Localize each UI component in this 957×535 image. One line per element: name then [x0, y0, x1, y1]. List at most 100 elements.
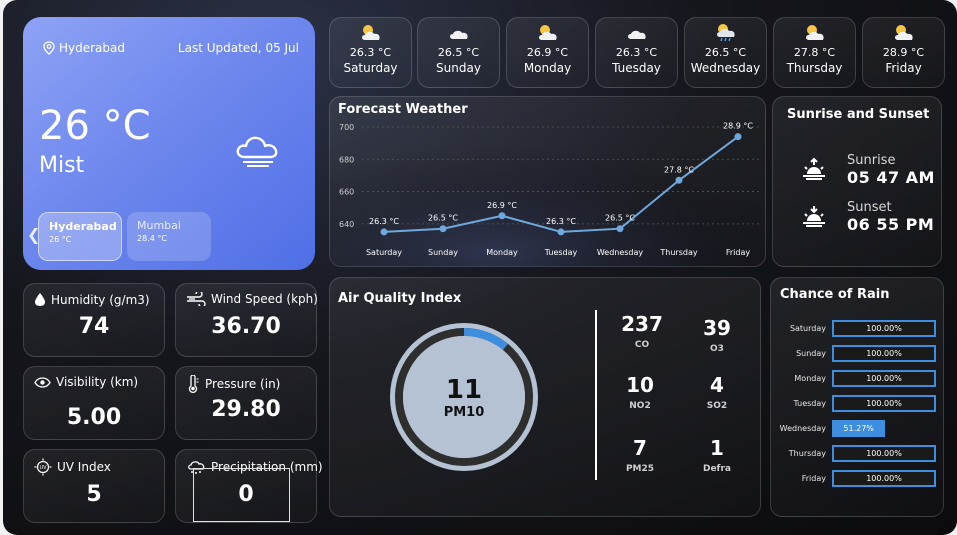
sunset-icon — [803, 206, 825, 227]
rain-bar: 100.00% — [832, 370, 936, 387]
pollutant-name: CO — [634, 340, 650, 350]
rain-bar: 51.27% — [832, 420, 886, 437]
y-tick-label: 660 — [339, 188, 354, 197]
day-card-sunday[interactable]: 26.5 °C Sunday — [417, 17, 500, 88]
day-temp: 26.3 °C — [615, 46, 658, 59]
city-temp: 28.4 °C — [137, 234, 167, 243]
day-card-wednesday[interactable]: 26.5 °C Wednesday — [684, 17, 767, 88]
rain-day-label: Monday — [794, 374, 826, 383]
current-weather-card: Hyderabad Last Updated, 05 Jul 26 °C Mis… — [23, 17, 315, 270]
uv-card: UV UV Index 5 — [23, 449, 165, 523]
rain-row: Friday 100.00% — [771, 470, 936, 487]
day-name: Tuesday — [612, 61, 661, 75]
rain-bar: 100.00% — [832, 345, 936, 362]
day-name: Thursday — [786, 61, 843, 75]
sun-cloud-rain-icon — [716, 24, 735, 42]
data-point — [734, 133, 742, 141]
visibility-value: 5.00 — [66, 405, 122, 430]
data-point — [616, 225, 624, 233]
rain-day-label: Tuesday — [793, 399, 826, 408]
rain-bar-track: 100.00% — [832, 345, 936, 362]
visibility-card: Visibility (km) 5.00 — [23, 366, 165, 440]
pressure-value: 29.80 — [211, 397, 281, 422]
aqi-divider — [595, 310, 597, 480]
day-card-thursday[interactable]: 27.8 °C Thursday — [773, 17, 856, 88]
pollutant-o3: 39 O3 — [682, 316, 752, 354]
wind-label: Wind Speed (kph) — [211, 292, 318, 306]
pollutant-value: 237 — [621, 312, 663, 336]
sun-cloud-icon — [538, 25, 557, 40]
sunset-time: 06 55 PM — [847, 215, 935, 234]
data-point — [498, 212, 506, 220]
day-card-friday[interactable]: 28.9 °C Friday — [862, 17, 945, 88]
pollutant-name: PM25 — [625, 464, 655, 474]
day-name: Friday — [885, 61, 922, 75]
pressure-card: Pressure (in) 29.80 — [175, 366, 317, 440]
rain-day-label: Thursday — [788, 449, 826, 458]
current-temperature: 26 °C — [39, 103, 151, 149]
day-name: Saturday — [343, 61, 398, 75]
day-card-monday[interactable]: 26.9 °C Monday — [506, 17, 589, 88]
pollutant-defra: 1 Defra — [682, 436, 752, 474]
chart-glow — [330, 117, 767, 267]
data-label: 27.8 °C — [664, 165, 694, 174]
rain-row: Wednesday 51.27% — [771, 420, 936, 437]
location-pin-icon — [43, 41, 55, 55]
forecast-chart-card: Forecast Weather 640 660 680 700 26.3 °C Satu… — [329, 96, 767, 267]
cloud-icon — [627, 30, 646, 39]
day-name: Monday — [523, 61, 572, 75]
pollutant-no2: 10 NO2 — [605, 373, 675, 411]
day-card-tuesday[interactable]: 26.3 °C Tuesday — [595, 17, 678, 88]
rain-row: Thursday 100.00% — [771, 445, 936, 462]
city-chip-hyderabad[interactable]: Hyderabad 26 °C — [38, 212, 122, 261]
sunrise-time: 05 47 AM — [847, 168, 935, 187]
cloud-icon — [449, 30, 468, 39]
day-temp: 26.5 °C — [704, 46, 747, 59]
rain-day-label: Friday — [801, 474, 826, 483]
day-card-saturday[interactable]: 26.3 °C Saturday — [329, 17, 412, 88]
city-chip-mumbai[interactable]: Mumbai 28.4 °C — [127, 212, 211, 261]
data-label: 28.9 °C — [723, 122, 753, 131]
sun-title: Sunrise and Sunset — [787, 107, 930, 122]
location-name: Hyderabad — [59, 41, 125, 55]
sunset-row: Sunset 06 55 PM — [801, 200, 934, 234]
data-point — [439, 225, 447, 233]
pollutant-value: 7 — [633, 436, 647, 460]
pollutant-name: SO2 — [706, 401, 728, 411]
pollutant-value: 1 — [710, 436, 724, 460]
data-point — [557, 228, 565, 236]
pollutant-value: 10 — [626, 373, 654, 397]
aqi-title: Air Quality Index — [338, 291, 462, 306]
wind-icon — [187, 292, 206, 306]
data-label: 26.5 °C — [605, 214, 635, 223]
rain-row: Sunday 100.00% — [771, 345, 936, 362]
rain-bar: 100.00% — [832, 445, 936, 462]
pollutant-co: 237 CO — [607, 312, 677, 350]
aqi-main-label: PM10 — [443, 404, 485, 420]
last-updated: Last Updated, 05 Jul — [177, 41, 299, 55]
day-temp: 28.9 °C — [882, 46, 925, 59]
uv-sun-icon: UV — [34, 458, 52, 476]
wind-card: Wind Speed (kph) 36.70 — [175, 283, 318, 357]
rain-bar-track: 100.00% — [832, 395, 936, 412]
uv-label: UV Index — [57, 460, 111, 474]
rain-bar: 100.00% — [832, 470, 936, 487]
visibility-label: Visibility (km) — [56, 375, 139, 389]
day-temp: 26.5 °C — [437, 46, 480, 59]
weather-dashboard: Hyderabad Last Updated, 05 Jul 26 °C Mis… — [3, 0, 957, 535]
data-label: 26.9 °C — [487, 201, 517, 210]
x-tick-label: Tuesday — [544, 248, 578, 257]
x-tick-label: Friday — [726, 248, 751, 257]
sunrise-row: Sunrise 05 47 AM — [801, 153, 935, 187]
rain-row: Monday 100.00% — [771, 370, 936, 387]
air-quality-card: Air Quality Index 11 PM10 237 CO 39 O3 1… — [329, 277, 761, 517]
rain-day-label: Saturday — [789, 324, 826, 333]
pressure-label: Pressure (in) — [205, 377, 281, 391]
pollutant-so2: 4 SO2 — [682, 373, 752, 411]
day-temp: 26.3 °C — [349, 46, 392, 59]
y-tick-label: 640 — [339, 220, 354, 229]
svg-text:UV: UV — [39, 465, 47, 471]
uv-value: 5 — [86, 482, 102, 507]
rain-bar: 100.00% — [832, 395, 936, 412]
y-tick-label: 680 — [339, 155, 354, 164]
